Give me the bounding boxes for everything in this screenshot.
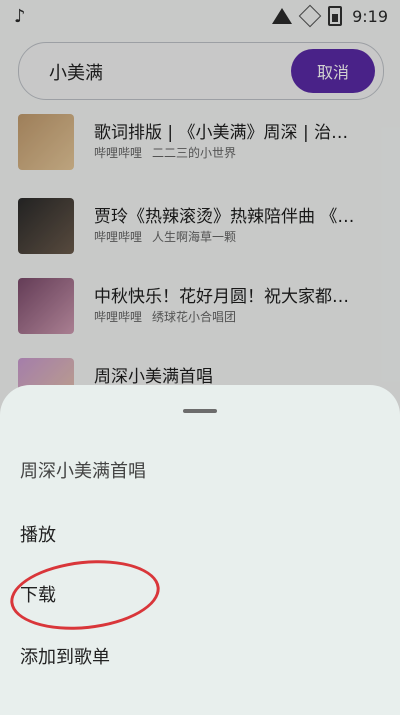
screen: ♪ 9:19 小美满 取消 歌词排版 | 《小美满》周深 | 治… 哔哩哔哩 二二… — [0, 0, 400, 715]
sheet-handle[interactable] — [183, 409, 217, 413]
sheet-title: 周深小美满首唱 — [20, 461, 146, 482]
add-to-playlist-option[interactable]: 添加到歌单 — [20, 643, 110, 669]
play-option[interactable]: 播放 — [20, 521, 56, 547]
bottom-sheet: 周深小美满首唱 播放 下载 添加到歌单 — [0, 385, 400, 715]
